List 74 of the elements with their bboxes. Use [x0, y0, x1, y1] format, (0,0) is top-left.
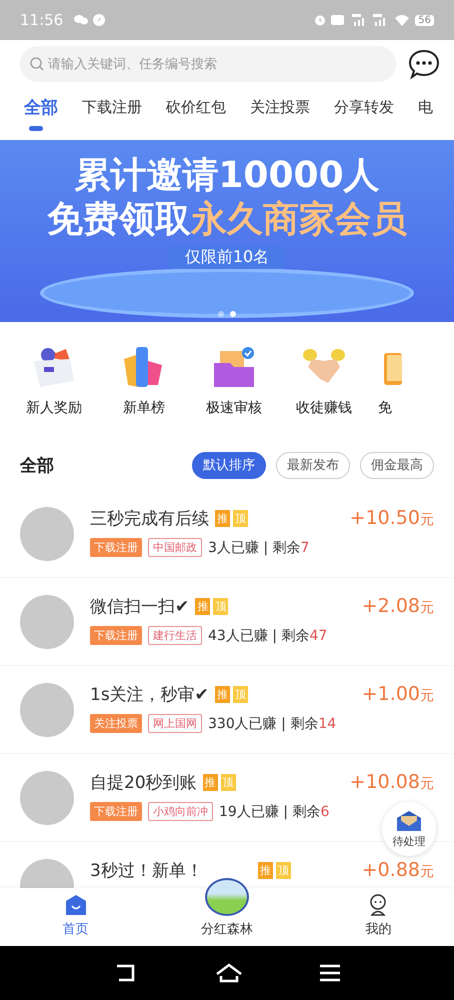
shortcut-item[interactable]: 新单榜 [108, 345, 180, 417]
merchant-tag: 建行生活 [148, 626, 202, 645]
nav-tab[interactable]: 首页 [0, 888, 152, 946]
category-tag: 下载注册 [90, 802, 142, 821]
landscape-icon [204, 878, 249, 916]
category-tag: 下载注册 [90, 538, 142, 557]
search-field[interactable]: 请输入关键词、任务编号搜索 [20, 46, 396, 82]
shortcut-item[interactable]: 极速审核 [198, 345, 270, 417]
category-tab[interactable]: 关注投票 [238, 98, 322, 116]
category-tab[interactable]: 全部 [12, 96, 70, 118]
task-badge: 推 [258, 862, 273, 879]
task-badge: 推 [195, 598, 210, 615]
task-title: 微信扫一扫✔ [90, 596, 190, 618]
task-title: 自提20秒到账 [90, 772, 197, 794]
search-icon [30, 57, 44, 71]
task-stats: 330人已赚 | 剩余14 [208, 714, 336, 732]
home-icon[interactable] [215, 962, 243, 984]
compass-icon [93, 14, 106, 26]
shortcut-item[interactable]: 免 [378, 345, 402, 417]
category-tab[interactable]: 电 [406, 98, 445, 116]
status-time: 11:56 [20, 11, 64, 29]
category-tab[interactable]: 砍价红包 [154, 98, 238, 116]
nav-tab[interactable]: 我的 [302, 888, 454, 946]
menu-icon[interactable] [319, 964, 341, 982]
banner-headline: 累计邀请10000人 [74, 154, 380, 198]
category-tab[interactable]: 分享转发 [322, 98, 406, 116]
shortcut-item[interactable]: 新人奖励 [18, 345, 90, 417]
reward-amount: +10.08元 [350, 771, 434, 793]
category-tag: 下载注册 [90, 626, 142, 645]
reward-amount: +1.00元 [362, 683, 434, 705]
task-title: 三秒完成有后续 [90, 508, 209, 530]
task-stats: 19人已赚 | 剩余6 [219, 802, 330, 820]
task-stats: 43人已赚 | 剩余47 [208, 626, 328, 644]
task-badge: 推 [202, 774, 218, 791]
tab-indicator [29, 126, 43, 131]
section-title: 全部 [20, 454, 54, 476]
sort-chip[interactable]: 最新发布 [276, 452, 350, 478]
alarm-icon [314, 14, 326, 26]
task-badge: 顶 [213, 598, 228, 615]
reward-amount: +10.50元 [350, 507, 434, 529]
pending-button[interactable]: 待处理 [382, 802, 436, 856]
category-tag: 关注投票 [90, 714, 142, 733]
sort-chip[interactable]: 佣金最高 [360, 452, 434, 478]
sort-chip[interactable]: 默认排序 [192, 452, 266, 478]
merchant-tag: 中国邮政 [148, 538, 202, 557]
carousel-dot[interactable] [218, 311, 224, 317]
banner-note: 仅限前10名 [168, 246, 286, 269]
task-badge: 顶 [232, 686, 248, 703]
envelope-icon [396, 810, 422, 832]
avatar-placeholder [20, 595, 74, 649]
task-stats: 3人已赚 | 剩余7 [208, 538, 310, 556]
reward-amount: +2.08元 [362, 595, 434, 617]
home-icon [64, 894, 87, 916]
banner-subheadline: 免费领取 [47, 198, 191, 242]
task-title: 1s关注，秒审✔ [90, 684, 209, 706]
task-badge: 顶 [233, 510, 248, 527]
task-badge: 顶 [220, 774, 236, 791]
merchant-tag: 网上国网 [148, 714, 202, 733]
promo-banner[interactable]: 累计邀请10000人 免费领取永久商家会员 仅限前10名 [0, 140, 454, 322]
task-badge: 推 [215, 510, 230, 527]
category-tab[interactable]: 下载注册 [70, 98, 154, 116]
avatar-placeholder [20, 771, 74, 825]
shortcut-item[interactable]: 收徒赚钱 [288, 345, 360, 417]
task-badge: 推 [214, 686, 230, 703]
reward-amount: +0.88元 [362, 859, 434, 881]
message-icon[interactable] [408, 48, 440, 80]
task-badge: 顶 [276, 862, 291, 879]
avatar-placeholder [20, 507, 74, 561]
wifi-icon [394, 14, 410, 26]
battery-indicator: 56 [415, 14, 434, 26]
banner-highlight: 永久商家会员 [191, 198, 407, 242]
merchant-tag: 小鸡向前冲 [148, 802, 213, 821]
avatar-placeholder [20, 683, 74, 737]
chat-app-icon [74, 14, 88, 26]
